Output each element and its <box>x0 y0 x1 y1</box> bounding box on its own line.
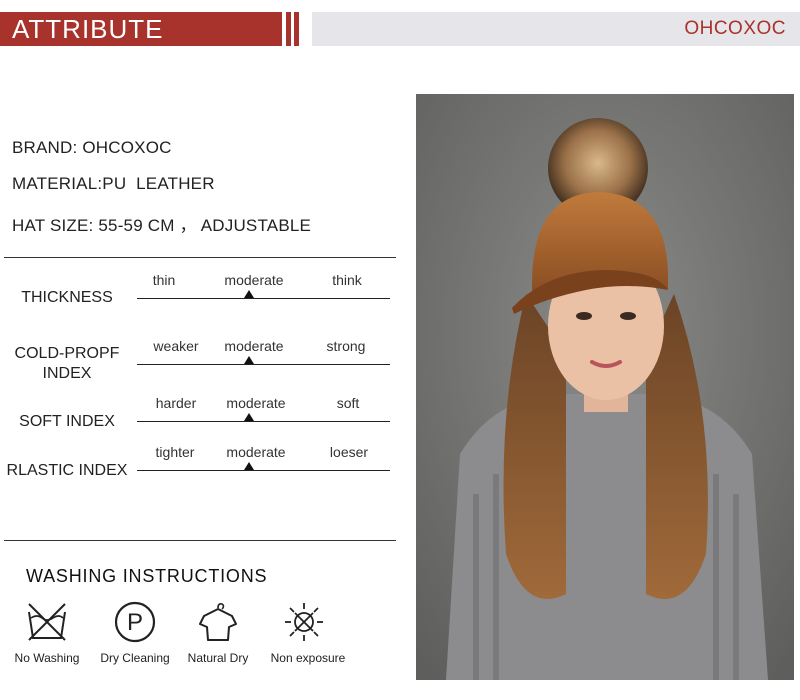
natural-dry-icon <box>196 600 240 644</box>
cold-index-scale-line <box>137 364 390 365</box>
elastic-index-option-mid: moderate <box>226 444 286 460</box>
divider <box>4 257 396 258</box>
dry-cleaning-icon: P <box>113 600 157 644</box>
cold-index-label: COLD-PROPF INDEX <box>0 344 134 384</box>
size-line: HAT SIZE: 55-59 CM ， ADJUSTABLE <box>12 216 312 235</box>
thickness-scale-line <box>137 298 390 299</box>
cold-index-marker <box>244 356 254 364</box>
no-washing-label: No Washing <box>14 651 80 665</box>
thickness-option-low: thin <box>152 272 176 288</box>
non-exposure-label: Non exposure <box>270 651 346 665</box>
elastic-index-label: RLASTIC INDEX <box>6 462 128 479</box>
non-exposure-icon <box>282 600 326 644</box>
cold-index-option-high: strong <box>326 338 366 354</box>
thickness-label: THICKNESS <box>21 289 113 306</box>
divider <box>4 540 396 541</box>
header-stripe <box>294 12 299 46</box>
cold-index-label-line2: INDEX <box>42 365 92 382</box>
washing-title: WASHING INSTRUCTIONS <box>26 566 268 586</box>
cold-index-option-mid: moderate <box>224 338 284 354</box>
cold-index-label-line1: COLD-PROPF <box>14 345 120 362</box>
header-stripe <box>286 12 291 46</box>
header-title: ATTRIBUTE <box>12 14 164 44</box>
thickness-marker <box>244 290 254 298</box>
elastic-index-scale-line <box>137 470 390 471</box>
soft-index-marker <box>244 413 254 421</box>
elastic-index-marker <box>244 462 254 470</box>
soft-index-option-high: soft <box>336 395 360 411</box>
brand-line: BRAND: OHCOXOC <box>12 138 172 157</box>
header-brand: OHCOXOC <box>684 18 786 39</box>
no-washing-icon <box>25 600 69 644</box>
soft-index-label: SOFT INDEX <box>19 413 115 430</box>
elastic-index-option-low: tighter <box>155 444 195 460</box>
svg-text:P: P <box>127 609 143 636</box>
thickness-option-high: think <box>332 272 362 288</box>
dry-cleaning-label: Dry Cleaning <box>100 651 170 665</box>
elastic-index-option-high: loeser <box>329 444 369 460</box>
product-photo <box>416 94 794 680</box>
material-line: MATERIAL:PU LEATHER <box>12 174 215 193</box>
soft-index-option-mid: moderate <box>226 395 286 411</box>
natural-dry-label: Natural Dry <box>187 651 249 665</box>
cold-index-option-low: weaker <box>153 338 199 354</box>
thickness-option-mid: moderate <box>224 272 284 288</box>
soft-index-scale-line <box>137 421 390 422</box>
soft-index-option-low: harder <box>155 395 197 411</box>
